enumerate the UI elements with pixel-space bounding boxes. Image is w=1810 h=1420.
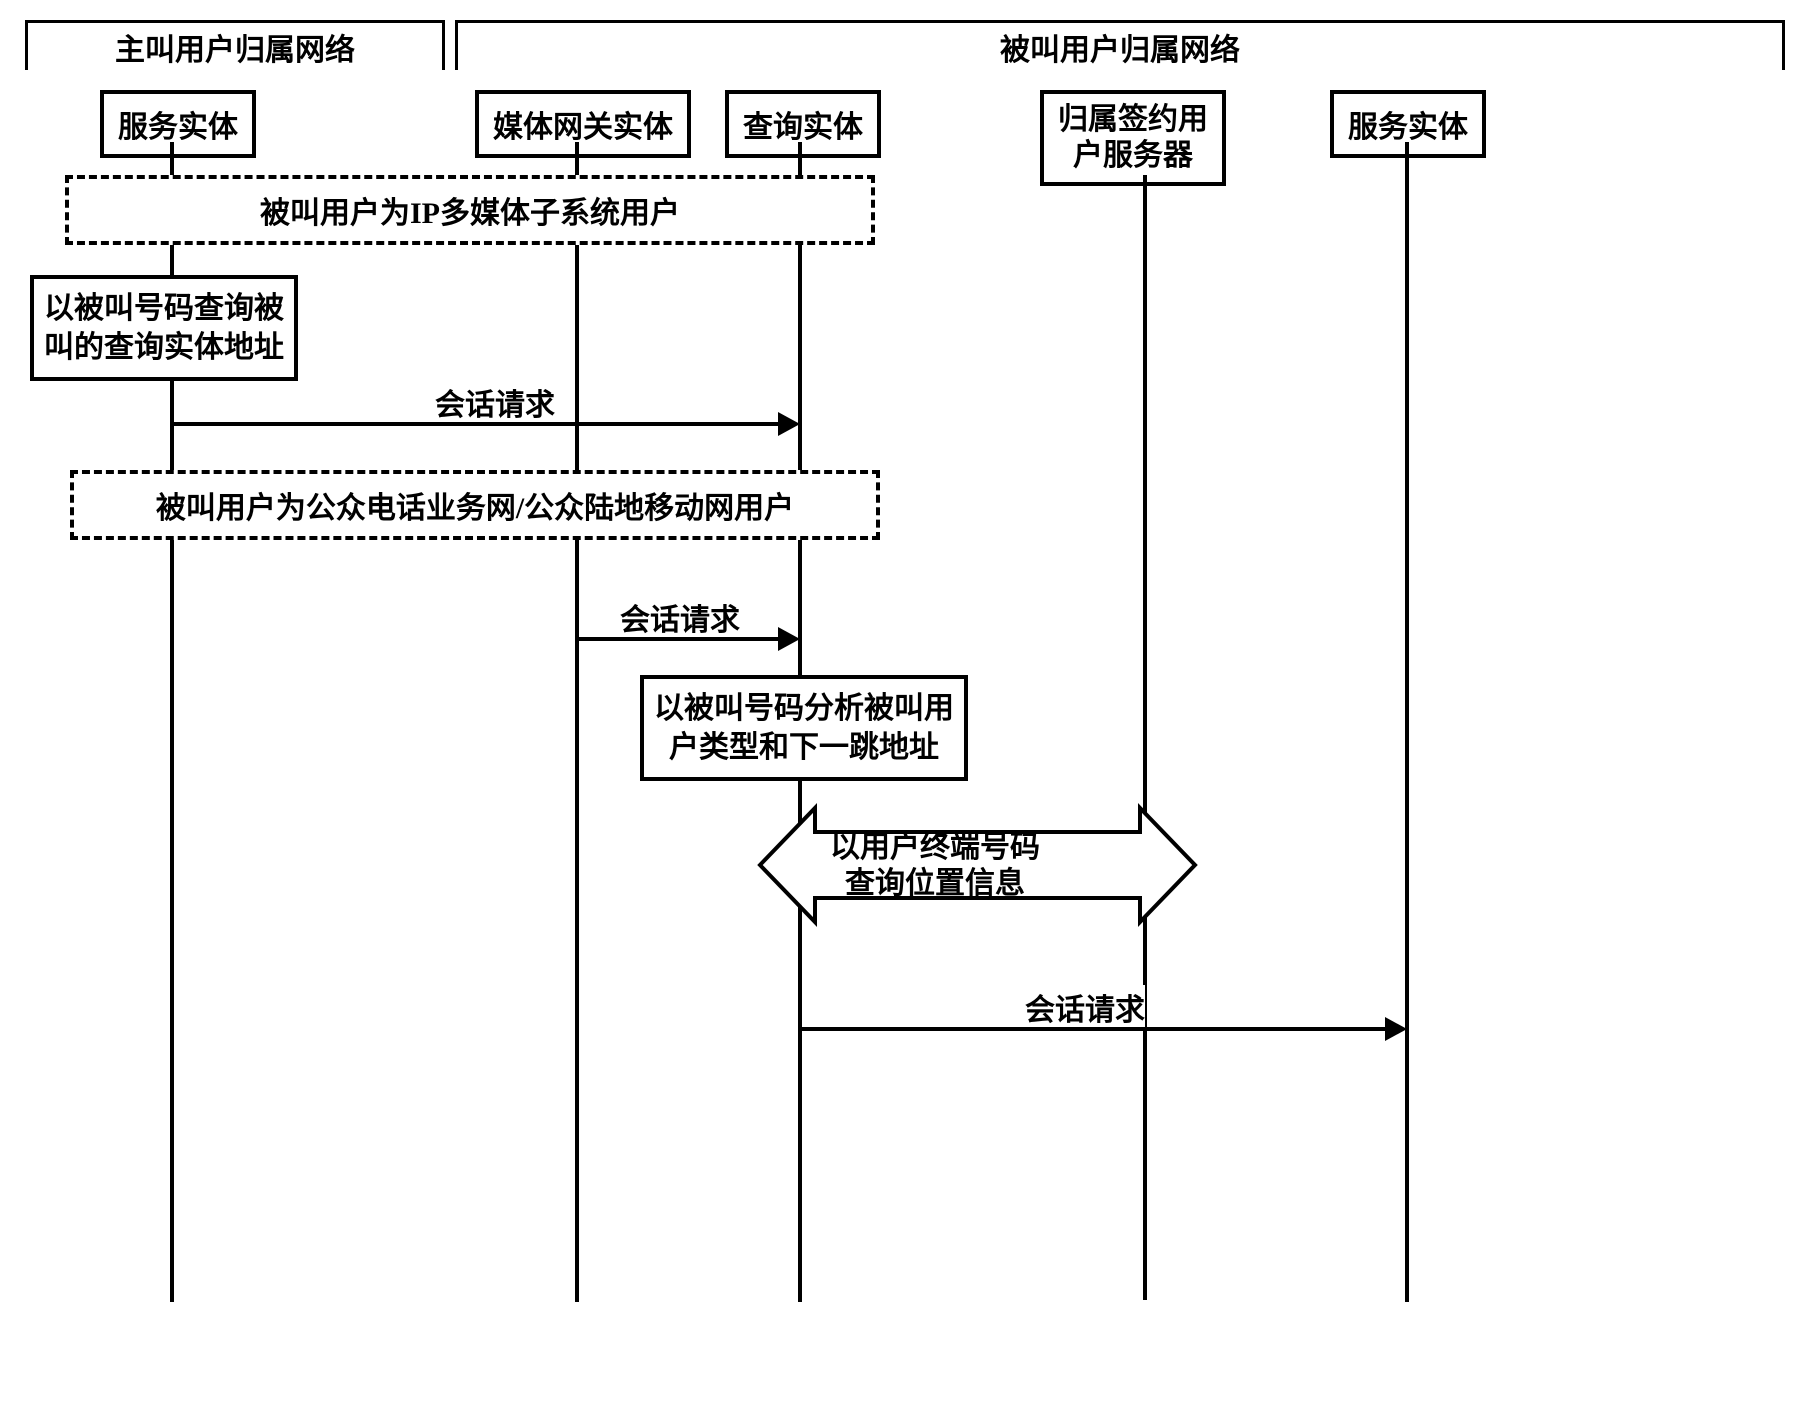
network-caller-label: 主叫用户归属网络: [25, 20, 445, 70]
entity-media-gateway: 媒体网关实体: [475, 90, 691, 158]
arrow-session-1: [174, 422, 788, 426]
arrow-session-2: [579, 637, 788, 641]
note-query-address: 以被叫号码查询被 叫的查询实体地址: [30, 275, 298, 381]
arrow-head-1: [778, 412, 800, 436]
msg-session-req-3: 会话请求: [1025, 985, 1145, 1029]
entity-hss: 归属签约用 户服务器: [1040, 90, 1226, 186]
msg-session-req-1: 会话请求: [435, 380, 555, 424]
arrow-head-3: [1385, 1017, 1407, 1041]
lifeline-hss: [1143, 175, 1147, 1300]
lifeline-media-gateway: [575, 142, 579, 1302]
condition-pstn-user: 被叫用户为公众电话业务网/公众陆地移动网用户: [70, 470, 880, 540]
lifeline-service-right: [1405, 142, 1409, 1302]
msg-session-req-2: 会话请求: [620, 595, 740, 639]
condition-ims-user: 被叫用户为IP多媒体子系统用户: [65, 175, 875, 245]
entity-service-left: 服务实体: [100, 90, 256, 158]
double-arrow-label: 以用户终端号码 查询位置信息: [830, 830, 1040, 902]
entity-query: 查询实体: [725, 90, 881, 158]
note-analyze-type: 以被叫号码分析被叫用 户类型和下一跳地址: [640, 675, 968, 781]
network-callee-label: 被叫用户归属网络: [455, 20, 1785, 70]
arrow-head-2: [778, 627, 800, 651]
arrow-session-3: [802, 1027, 1395, 1031]
